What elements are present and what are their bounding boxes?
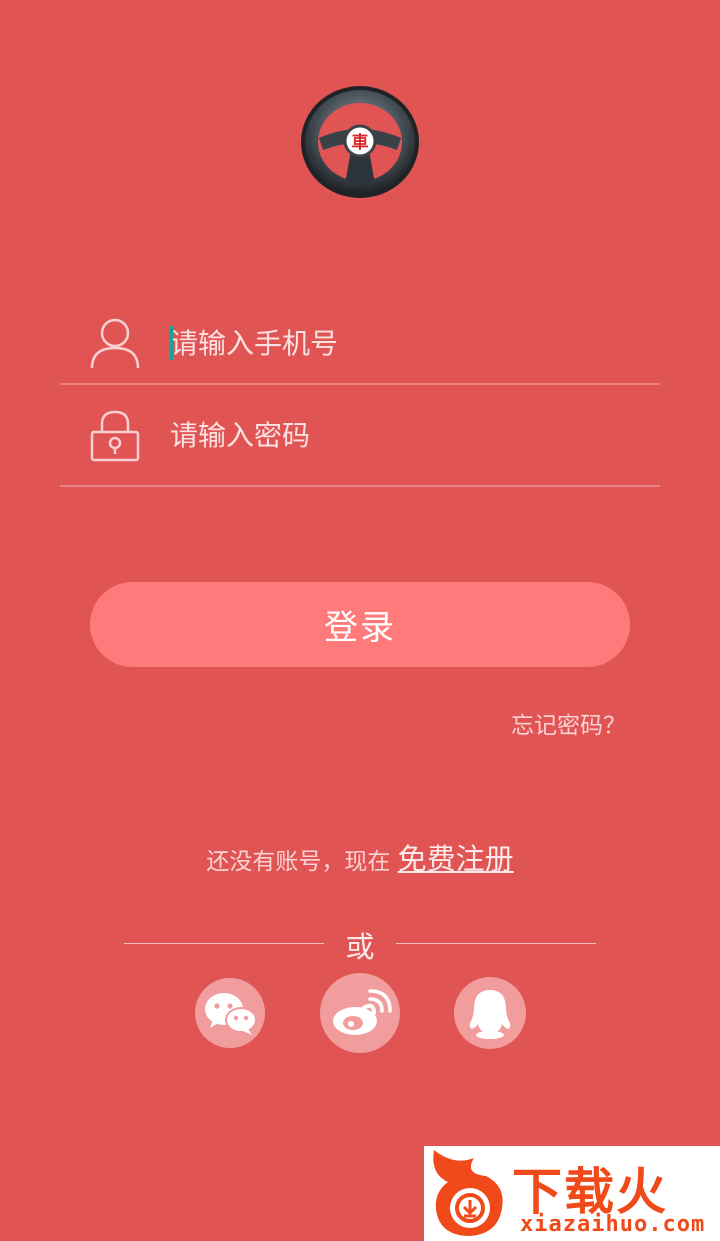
weibo-login-button[interactable] [320, 973, 400, 1053]
user-icon [90, 318, 140, 369]
register-prompt: 还没有账号，现在 免费注册 [0, 836, 720, 878]
free-register-link[interactable]: 免费注册 [398, 842, 514, 876]
weibo-icon [333, 989, 392, 1035]
watermark-url: xiazaihuo.com [520, 1212, 706, 1237]
password-row [60, 392, 660, 482]
or-separator: 或 [0, 924, 720, 964]
wechat-login-button[interactable] [195, 978, 265, 1048]
logo-emblem-text: 車 [352, 132, 369, 153]
steering-wheel-logo: 車 [301, 86, 419, 198]
or-text: 或 [345, 930, 375, 964]
register-prompt-text: 还没有账号，现在 [206, 849, 398, 875]
flame-logo-icon [433, 1150, 503, 1236]
password-divider [60, 485, 660, 487]
lock-icon [90, 410, 140, 462]
wechat-icon [205, 993, 257, 1035]
forgot-password-link[interactable]: 忘记密码？ [511, 706, 626, 740]
password-input[interactable] [170, 410, 640, 460]
qq-penguin-icon [469, 990, 511, 1039]
phone-input[interactable] [170, 318, 640, 368]
qq-login-button[interactable] [454, 977, 526, 1049]
phone-divider [60, 383, 660, 385]
login-button[interactable]: 登录 [90, 582, 630, 667]
text-caret [170, 326, 173, 360]
watermark-logo: 下载火 xiazaihuo.com [424, 1146, 720, 1241]
login-screen: 車 登录 忘记密码？ 还没有账号，现在 免费注册 或 [0, 0, 720, 1241]
phone-row [60, 298, 660, 388]
